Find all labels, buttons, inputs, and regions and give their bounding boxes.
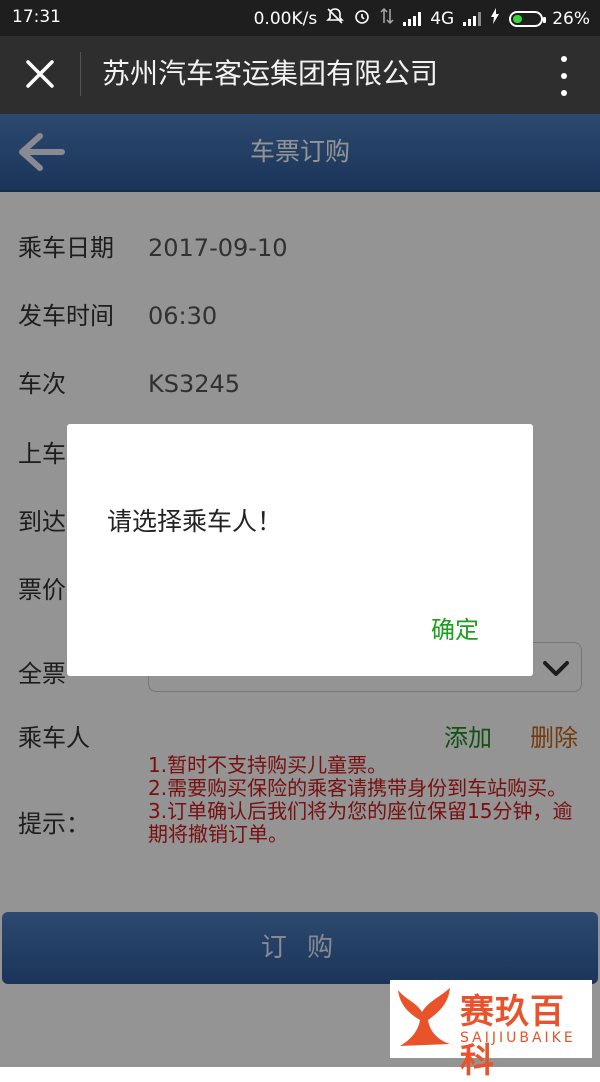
alert-dialog: 请选择乘车人！ 确定 [67,424,533,676]
app-title: 苏州汽车客运集团有限公司 [102,57,439,90]
network-type: 4G [430,8,455,29]
status-time: 17:31 [12,7,61,27]
dialog-ok-button[interactable]: 确定 [431,610,479,645]
close-button[interactable] [18,50,62,98]
signal-icon-2 [463,11,482,26]
mute-icon [326,7,345,30]
status-bar: 17:31 0.00K/s 4G 26% [0,0,600,36]
whale-tail-logo-icon [398,988,450,1046]
battery-level: 26% [552,8,590,29]
more-menu-icon[interactable] [552,56,576,96]
watermark: 赛玖百科 SAIJIUBAIKE [390,980,592,1081]
network-speed: 0.00K/s [253,8,318,29]
app-bar: 苏州汽车客运集团有限公司 [0,36,600,114]
header-divider [80,52,81,96]
dialog-message: 请选择乘车人！ [107,507,283,536]
alarm-icon [353,7,371,30]
watermark-en: SAIJIUBAIKE [460,1030,576,1046]
status-icons: 0.00K/s 4G 26% [254,7,590,30]
data-arrows-icon [380,7,394,30]
battery-icon [509,10,547,27]
signal-icon [403,11,422,26]
charging-icon [490,8,500,29]
